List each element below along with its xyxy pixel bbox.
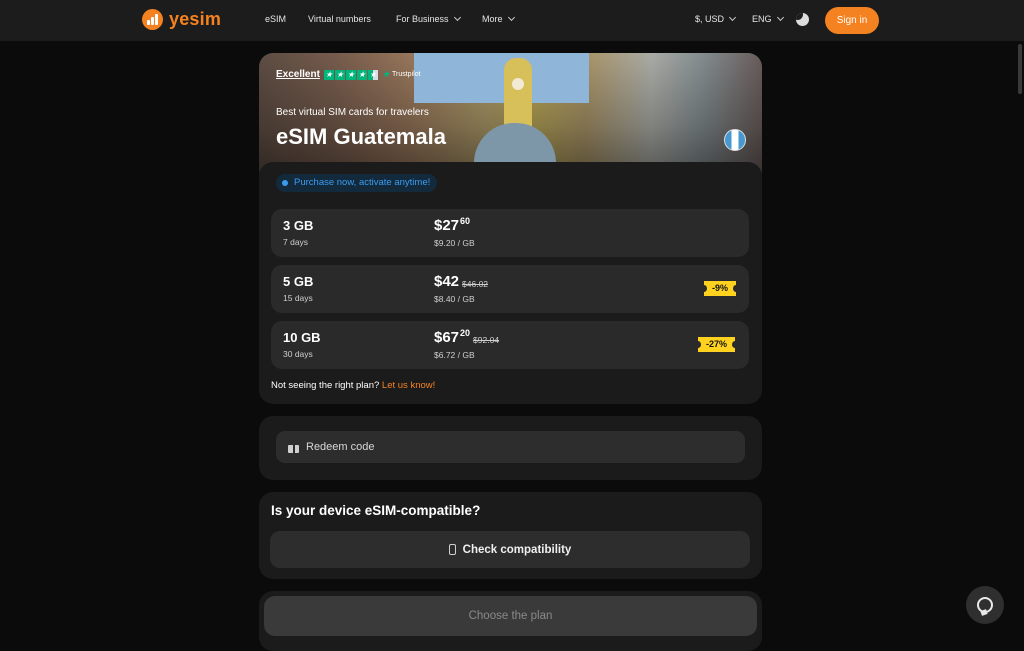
plan-data: 3 GB (283, 218, 314, 233)
hero-subtitle: Best virtual SIM cards for travelers (276, 107, 429, 118)
brand-name: yesim (169, 9, 222, 29)
nav-esim-label: eSIM (265, 14, 287, 24)
plan-price: $67 20 $92.04 (434, 328, 500, 346)
top-header: yesim eSIM Virtual numbers For Business … (0, 0, 1024, 41)
price-main: $42 (434, 273, 460, 290)
chat-support-button[interactable] (966, 586, 1004, 624)
chevron-down-icon (728, 13, 737, 22)
discount-badge: -27% (694, 337, 739, 352)
chevron-down-icon (453, 13, 461, 22)
price-cents: 60 (460, 216, 471, 226)
nav-more[interactable]: More (482, 13, 515, 24)
check-compatibility-label: Check compatibility (462, 543, 572, 556)
price-cents: 20 (460, 328, 471, 338)
nav-more-label: More (482, 14, 503, 24)
nav-virtual-numbers-label: Virtual numbers (308, 14, 371, 24)
nav-esim[interactable]: eSIM (265, 14, 286, 24)
trustpilot-brand: ★ Trustpilot (382, 69, 421, 80)
not-seeing-plan-text: Not seeing the right plan? Let us know! (271, 380, 435, 391)
chat-icon (977, 597, 993, 613)
plan-10gb[interactable]: 10 GB 30 days $67 20 $92.04 $6.72 / GB -27… (271, 321, 749, 369)
star-icon: ★ (323, 69, 334, 80)
discount-badge: -9% (700, 281, 740, 296)
plan-data: 5 GB (283, 274, 314, 289)
compatibility-title: Is your device eSIM-compatible? (271, 503, 481, 518)
brand-logo[interactable]: yesim (142, 9, 221, 30)
phone-icon (448, 544, 456, 555)
trustpilot-brand-label: Trustpilot (392, 71, 421, 78)
plan-price: $42 $46.02 (434, 273, 488, 290)
chevron-down-icon (776, 13, 784, 22)
plan-price-per-gb: $8.40 / GB (434, 294, 475, 304)
gift-icon (288, 442, 299, 453)
compatibility-card: Is your device eSIM-compatible? Check co… (259, 492, 762, 579)
rating-label: Excellent (276, 69, 320, 80)
theme-toggle-moon-icon[interactable] (796, 13, 809, 26)
currency-label: $, USD (695, 14, 725, 24)
star-icon: ★ (334, 69, 345, 80)
plan-price-per-gb: $6.72 / GB (434, 350, 475, 360)
plan-3gb[interactable]: 3 GB 7 days $27 60 $9.20 / GB (271, 209, 749, 257)
redeem-code-label: Redeem code (306, 441, 375, 453)
star-icon: ★ (345, 69, 356, 80)
currency-select[interactable]: $, USD (695, 13, 737, 24)
plan-5gb[interactable]: 5 GB 15 days $42 $46.02 $8.40 / GB -9% (271, 265, 749, 313)
price-main: $67 (434, 329, 460, 346)
old-price: $92.04 (473, 335, 500, 345)
plan-days: 30 days (283, 349, 313, 359)
half-star-icon: ★ (367, 69, 378, 80)
redeem-card: Redeem code (259, 416, 762, 480)
choose-plan-button[interactable]: Choose the plan (264, 596, 757, 636)
redeem-code-button[interactable]: Redeem code (276, 431, 745, 463)
star-icon: ★ (356, 69, 367, 80)
plan-data: 10 GB (283, 330, 321, 345)
price-main: $27 (434, 217, 460, 234)
choose-plan-card: Choose the plan (259, 591, 762, 651)
hero-banner: Excellent ★ ★ ★ ★ ★ ★ Trustpilot Best vir… (259, 53, 762, 173)
purchase-notice-badge: Purchase now, activate anytime! (276, 174, 438, 192)
nav-virtual-numbers[interactable]: Virtual numbers (308, 14, 371, 24)
check-compatibility-button[interactable]: Check compatibility (270, 531, 750, 568)
sign-in-button[interactable]: Sign in (825, 7, 879, 34)
trustpilot-rating[interactable]: Excellent ★ ★ ★ ★ ★ ★ Trustpilot (276, 69, 421, 80)
nav-for-business[interactable]: For Business (396, 13, 461, 24)
yesim-logo-icon (142, 9, 163, 30)
plan-days: 15 days (283, 293, 313, 303)
chevron-down-icon (507, 13, 515, 22)
plans-panel: Purchase now, activate anytime! 3 GB 7 d… (259, 162, 762, 404)
language-select[interactable]: ENG (752, 13, 784, 24)
plan-days: 7 days (283, 237, 309, 247)
page-title: eSIM Guatemala (276, 124, 446, 149)
scrollbar[interactable] (1018, 44, 1022, 94)
old-price: $46.02 (462, 279, 489, 289)
plan-price: $27 60 (434, 216, 471, 234)
language-label: ENG (752, 14, 772, 24)
not-seeing-label: Not seeing the right plan? (271, 380, 380, 391)
rating-stars: ★ ★ ★ ★ ★ (323, 69, 378, 80)
guatemala-flag-icon (724, 129, 746, 151)
plan-price-per-gb: $9.20 / GB (434, 238, 475, 248)
nav-for-business-label: For Business (396, 14, 449, 24)
trustpilot-star-icon: ★ (381, 69, 390, 79)
let-us-know-link[interactable]: Let us know! (382, 380, 435, 391)
